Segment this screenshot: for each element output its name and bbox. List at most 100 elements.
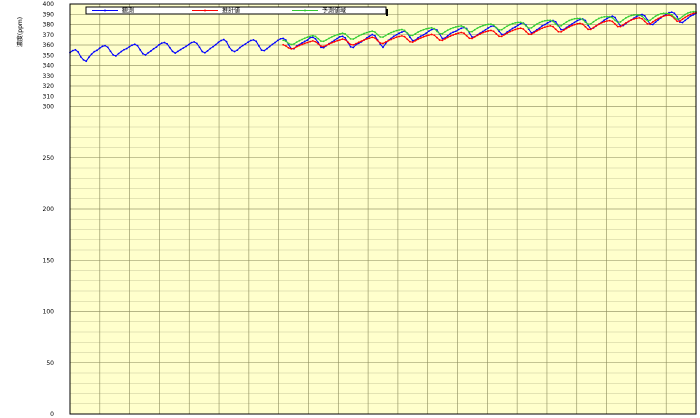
data-point [692,10,695,13]
data-point [309,35,312,38]
data-point [87,56,90,59]
data-point [500,33,503,36]
data-point [557,30,560,33]
data-point [341,32,344,35]
data-point [662,15,665,17]
data-point [670,13,673,16]
data-point [530,26,533,29]
data-point [257,45,260,47]
y-tick-label: 150 [43,257,55,264]
data-point [473,36,476,38]
data-point [511,22,514,25]
data-point [635,13,638,16]
data-point [376,33,379,36]
data-point [500,35,503,38]
data-point [622,18,625,21]
data-point [468,30,471,33]
data-point [441,32,444,35]
data-point [446,36,449,39]
data-point [495,26,498,29]
data-point [514,26,517,28]
data-point [303,42,306,45]
data-point [549,19,552,22]
data-point [508,30,511,33]
data-point [484,28,487,31]
data-point [681,21,684,24]
data-point [446,29,449,32]
data-point [457,28,460,31]
data-point [411,41,414,44]
legend-marker [304,9,306,12]
data-point [678,17,681,20]
data-point [657,17,660,20]
data-point [325,44,328,47]
data-point [589,28,592,31]
data-point [406,38,409,41]
data-point [624,22,627,24]
data-point [419,29,422,32]
data-point [676,15,679,18]
data-point [352,46,355,49]
data-point [608,15,611,18]
data-point [579,17,581,20]
data-point [371,36,374,39]
data-point [568,26,571,28]
data-point [641,17,643,20]
data-point [651,17,654,20]
data-point [244,43,247,45]
data-point [409,34,411,37]
data-point [684,16,687,19]
data-point [117,52,120,55]
data-point [249,39,252,42]
data-point [544,26,546,29]
data-point [519,21,522,24]
data-point [687,12,689,14]
data-point [225,40,228,43]
data-point [133,43,136,46]
data-point [187,43,190,46]
data-point [374,31,376,33]
data-point [365,31,368,34]
data-point [546,25,549,28]
data-point [395,29,398,32]
data-point [390,31,392,34]
y-tick-label: 330 [43,73,55,80]
data-point [508,23,511,26]
data-point [562,22,565,25]
data-point [490,23,492,25]
data-point [560,28,562,31]
data-point [535,23,538,25]
data-point [284,40,287,43]
data-point [619,21,622,23]
data-point [204,51,206,54]
data-point [298,39,301,42]
data-point [85,60,88,63]
data-point [622,23,625,26]
data-point [487,23,490,26]
data-point [309,40,312,43]
data-point [514,28,517,31]
data-point [681,15,684,18]
data-point [579,22,581,25]
data-point [414,39,417,42]
data-point [660,12,662,15]
data-point [673,12,676,15]
data-point [333,40,336,43]
data-point [427,34,430,37]
data-point [90,53,93,56]
data-point [538,28,541,31]
data-point [492,30,495,33]
data-point [193,41,196,43]
data-point [541,20,544,23]
data-point [206,49,209,52]
data-point [71,49,74,52]
data-point [592,26,595,29]
data-point [174,52,177,54]
data-point [484,24,487,26]
data-point [457,32,460,35]
data-point [179,48,182,51]
data-point [338,39,341,41]
data-point [150,50,152,52]
data-point [643,20,646,23]
data-point [409,36,411,39]
